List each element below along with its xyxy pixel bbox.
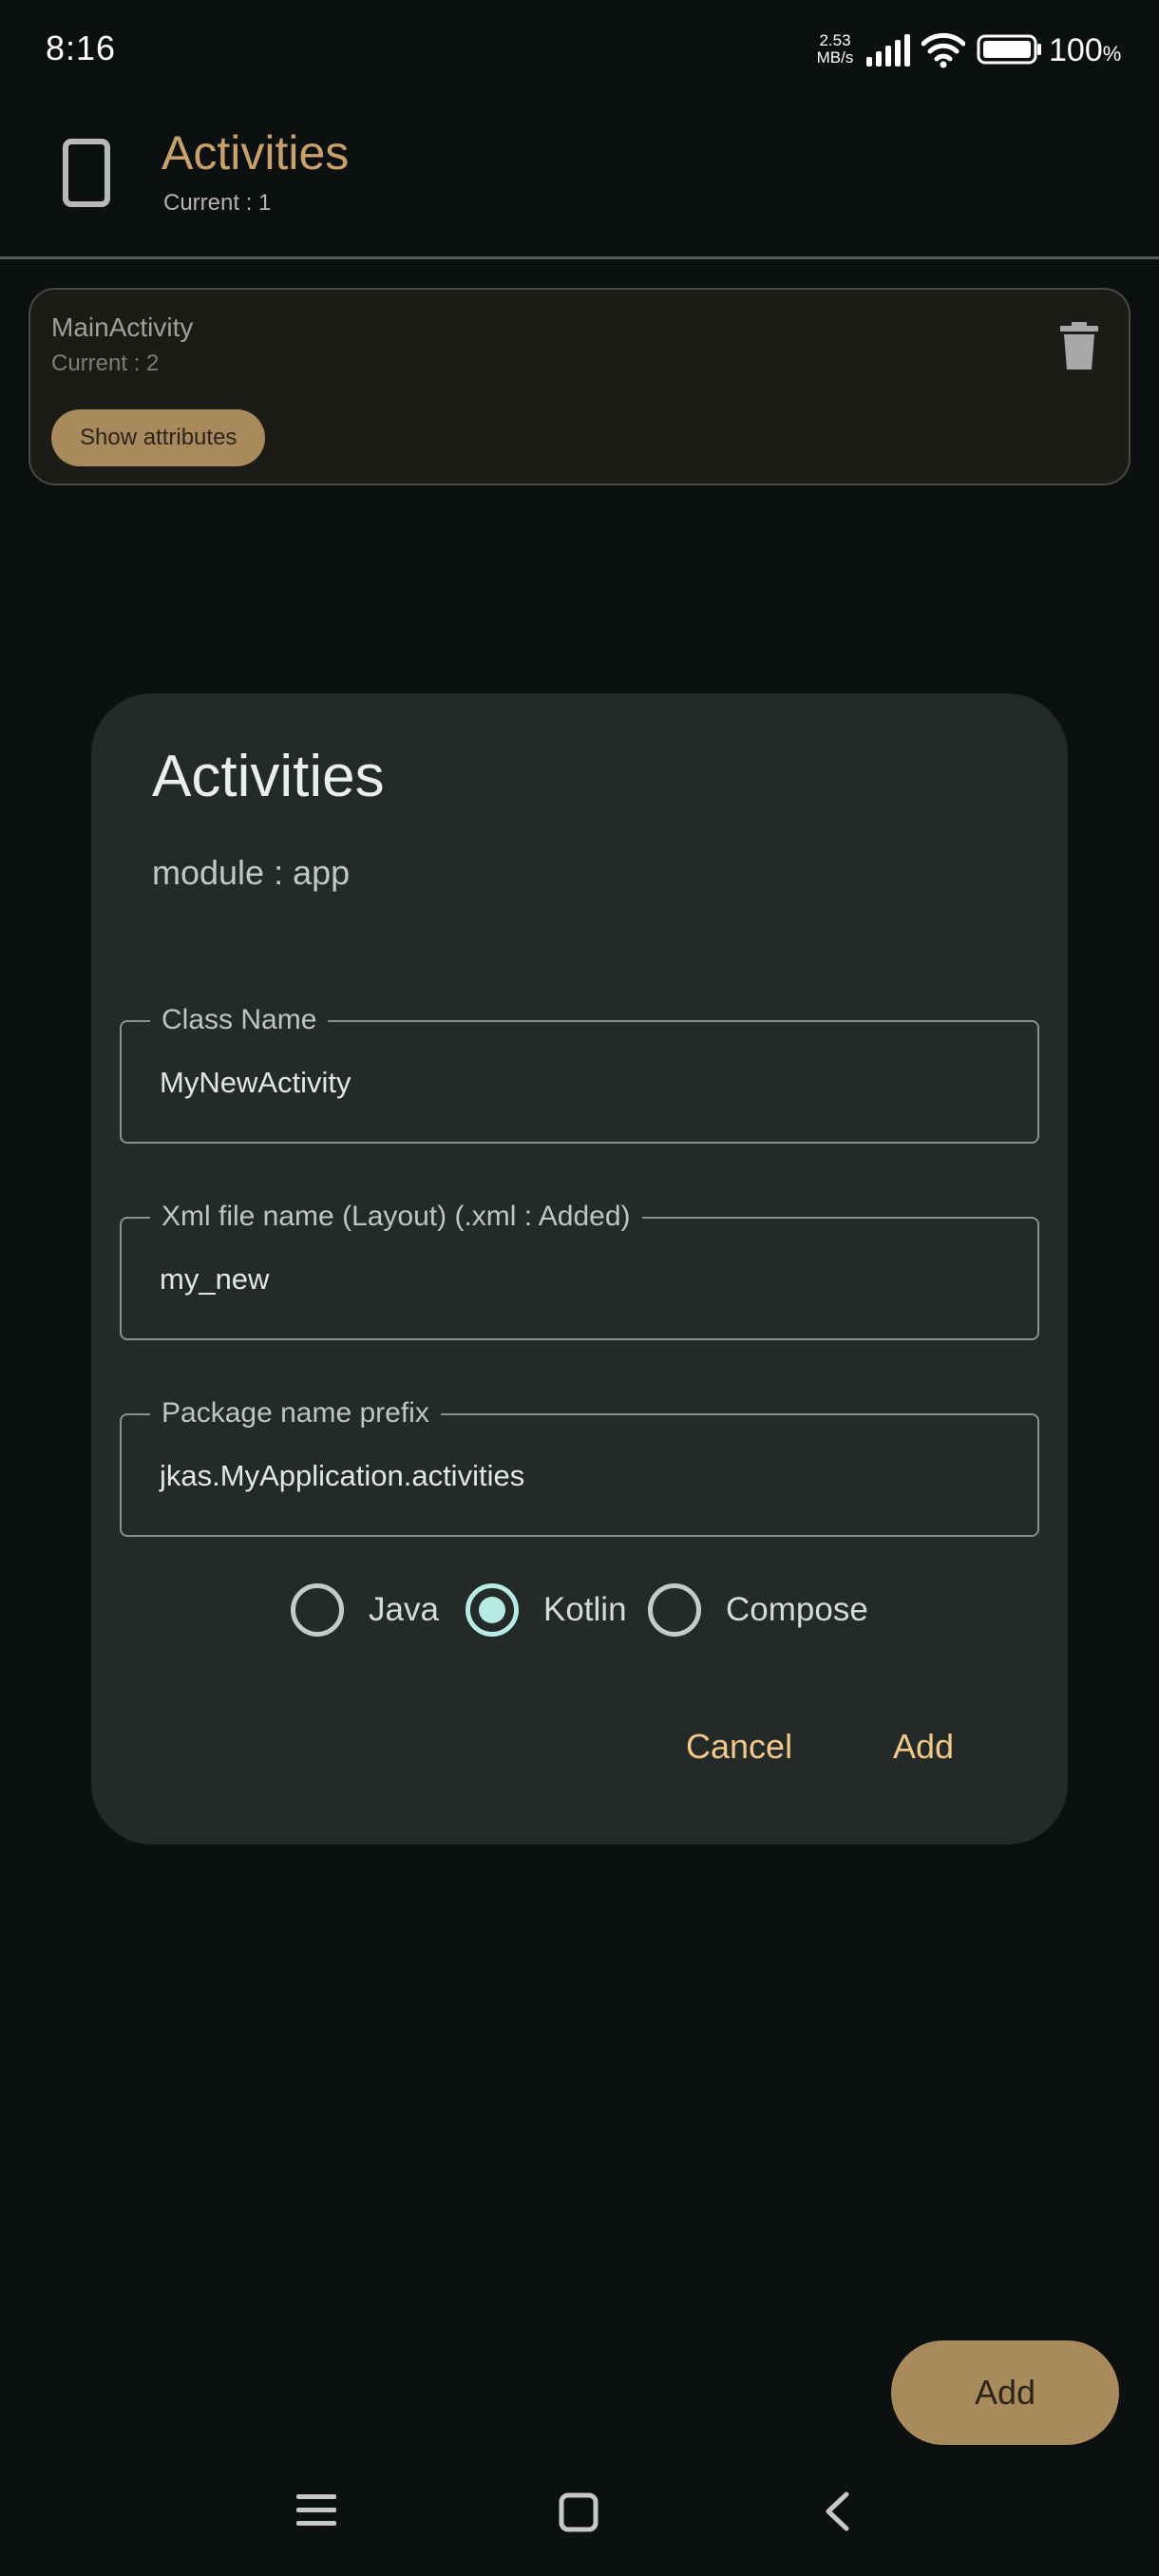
status-bar: 8:16 2.53 MB/s 100% <box>0 0 1159 95</box>
language-radio-group: Java Kotlin Compose <box>291 1577 956 1643</box>
battery-percentage: 100% <box>1049 32 1121 69</box>
package-prefix-label: Package name prefix <box>150 1394 441 1432</box>
radio-java[interactable]: Java <box>291 1577 439 1643</box>
cancel-button[interactable]: Cancel <box>686 1727 792 1767</box>
show-attributes-button[interactable]: Show attributes <box>51 409 266 466</box>
app-title: Activities <box>162 126 350 180</box>
wifi-icon <box>922 32 965 68</box>
xml-file-name-input[interactable]: my_new <box>160 1262 269 1297</box>
add-fab-button[interactable]: Add <box>891 2340 1119 2445</box>
app-subtitle: Current : 1 <box>163 190 272 216</box>
radio-kotlin[interactable]: Kotlin <box>466 1577 627 1643</box>
battery-icon <box>977 34 1041 65</box>
radio-java-circle[interactable] <box>291 1583 344 1637</box>
battery-percent-value: 100 <box>1049 32 1103 68</box>
xml-file-name-field[interactable]: Xml file name (Layout) (.xml : Added) my… <box>120 1198 1039 1340</box>
dialog-title: Activities <box>152 744 385 809</box>
radio-compose[interactable]: Compose <box>648 1577 868 1643</box>
radio-kotlin-circle[interactable] <box>466 1583 519 1637</box>
app-bar-divider <box>0 256 1159 259</box>
radio-java-label[interactable]: Java <box>369 1591 439 1629</box>
dialog-module-label: module : app <box>152 853 351 892</box>
activity-card[interactable]: MainActivity Current : 2 Show attributes <box>28 288 1130 485</box>
package-prefix-input[interactable]: jkas.MyApplication.activities <box>160 1459 524 1493</box>
dialog-add-button[interactable]: Add <box>893 1727 954 1767</box>
screen: 8:16 2.53 MB/s 100% Activities Current:… <box>0 0 1159 2576</box>
radio-compose-label[interactable]: Compose <box>726 1591 868 1629</box>
class-name-field[interactable]: Class Name MyNewActivity <box>120 1001 1039 1144</box>
network-speed-value: 2.53 <box>819 31 851 49</box>
radio-compose-circle[interactable] <box>648 1583 701 1637</box>
status-time: 8:16 <box>46 28 117 67</box>
class-name-label: Class Name <box>150 1001 329 1039</box>
trash-icon[interactable] <box>1058 322 1100 371</box>
activity-name: MainActivity <box>51 313 194 342</box>
system-nav-bar <box>0 2470 1159 2576</box>
class-name-input[interactable]: MyNewActivity <box>160 1066 352 1100</box>
home-icon[interactable] <box>559 2492 598 2532</box>
top-app-bar: Activities Current : 1 <box>0 95 1159 256</box>
package-prefix-field[interactable]: Package name prefix jkas.MyApplication.a… <box>120 1394 1039 1537</box>
battery-percent-symbol: % <box>1102 42 1122 66</box>
add-activity-dialog: Activities module : app Class Name MyNew… <box>91 693 1068 1845</box>
network-speed: 2.53 MB/s <box>809 32 861 66</box>
menu-icon[interactable] <box>296 2492 336 2529</box>
phone-icon <box>63 139 110 207</box>
activity-count: Current : 2 <box>51 350 160 376</box>
back-icon[interactable] <box>823 2491 851 2532</box>
network-speed-unit: MB/s <box>816 48 854 66</box>
signal-icon <box>866 34 910 66</box>
radio-kotlin-label[interactable]: Kotlin <box>543 1591 627 1629</box>
xml-file-name-label: Xml file name (Layout) (.xml : Added) <box>150 1198 642 1236</box>
